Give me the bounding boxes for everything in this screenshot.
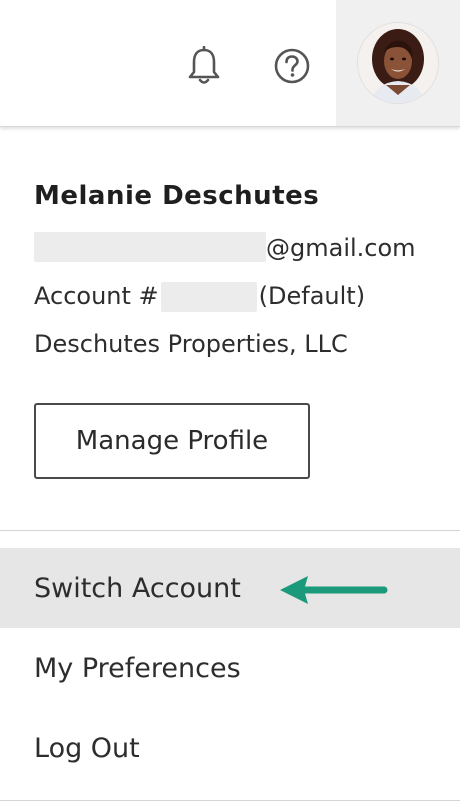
bell-icon <box>188 46 220 84</box>
avatar <box>358 23 438 103</box>
avatar-button[interactable] <box>336 0 460 126</box>
manage-profile-button[interactable]: Manage Profile <box>34 403 310 479</box>
notifications-button[interactable] <box>180 42 228 90</box>
account-prefix: Account # <box>34 282 159 310</box>
user-photo <box>358 23 438 103</box>
account-default-label: (Default) <box>258 282 366 310</box>
redacted-account-number <box>160 282 257 312</box>
help-circle-icon <box>274 48 310 84</box>
top-bar <box>0 0 460 127</box>
redacted-email <box>34 232 266 262</box>
menu-item-switch-account[interactable]: Switch Account <box>0 548 460 628</box>
profile-summary: Melanie Deschutes @gmail.com Account # (D… <box>34 178 434 368</box>
menu-item-log-out[interactable]: Log Out <box>0 708 460 788</box>
divider-bottom <box>0 800 460 801</box>
divider <box>0 530 460 531</box>
account-line: Account # (Default) <box>34 272 434 320</box>
user-name: Melanie Deschutes <box>34 181 320 211</box>
arrow-left-icon <box>280 576 388 604</box>
company-name: Deschutes Properties, LLC <box>34 330 348 358</box>
email-line: @gmail.com <box>34 224 434 272</box>
email-suffix: @gmail.com <box>266 234 416 262</box>
menu-item-my-preferences[interactable]: My Preferences <box>0 628 460 708</box>
help-button[interactable] <box>268 42 316 90</box>
